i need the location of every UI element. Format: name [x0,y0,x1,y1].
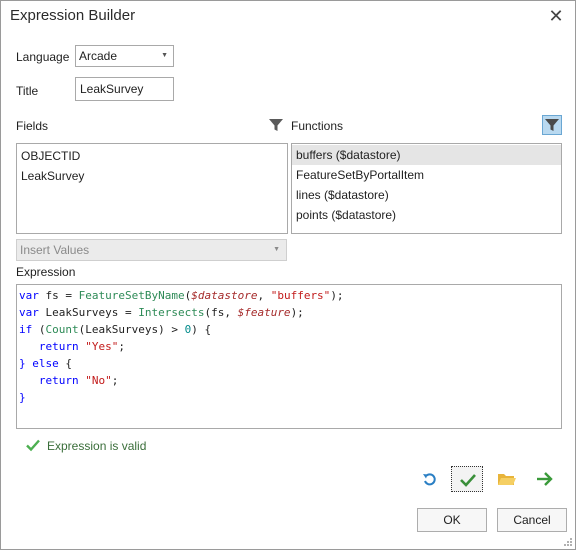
folder-icon [498,474,516,485]
code-token: LeakSurveys = [38,306,139,319]
list-item[interactable]: FeatureSetByPortalItem [292,165,561,185]
check-icon [25,437,41,456]
code-token: $feature [237,306,291,319]
code-token: fs = [38,289,79,302]
language-value: Arcade [79,49,118,63]
chevron-down-icon: ▼ [273,246,280,253]
code-token: var [19,289,39,302]
code-line: return "Yes"; [19,338,561,355]
code-token: ); [330,289,344,302]
run-button[interactable] [531,467,557,491]
list-item[interactable]: lines ($datastore) [292,185,561,205]
title-bar: Expression Builder ✕ [1,1,575,31]
fields-label: Fields [16,119,49,133]
list-item[interactable]: OBJECTID [17,146,287,166]
code-token: ( [32,323,46,336]
code-token: { [58,357,72,370]
code-token: ; [118,340,125,353]
functions-label: Functions [291,119,344,133]
expression-editor[interactable]: var fs = FeatureSetByName ( $datastore, "b… [16,284,562,429]
code-token: } [19,391,26,404]
status-text: Expression is valid [47,439,147,453]
code-token: Intersects [138,306,205,319]
code-token: "No" [85,374,112,387]
language-select[interactable]: Arcade ▼ [75,45,174,67]
code-token: else [32,357,59,370]
list-item[interactable]: points ($datastore) [292,205,561,225]
code-token: ; [111,374,119,387]
undo-button[interactable] [417,467,443,491]
insert-values-label: Insert Values [20,243,90,257]
dialog-title: Expression Builder [10,7,136,24]
code-line: } [19,389,561,406]
functions-filter-icon[interactable] [542,115,562,135]
code-line: return "No"; [19,372,561,389]
code-token: ); [290,306,304,319]
resize-grip-icon[interactable] [563,537,573,547]
code-line: var fs = FeatureSetByName($datastore, "b… [19,287,561,304]
code-line: var LeakSurveys = Intersects(fs, $featur… [19,304,561,321]
expression-label: Expression [16,265,76,279]
list-item[interactable]: buffers ($datastore) [292,145,561,165]
title-input[interactable]: LeakSurvey [75,77,174,101]
functions-list: buffers ($datastore) FeatureSetByPortalI… [291,143,562,234]
code-token: ) { [191,323,212,336]
check-icon [460,474,476,487]
insert-values-select: Insert Values ▼ [16,239,287,261]
code-token: return [38,340,79,353]
fields-filter-icon[interactable] [267,116,285,134]
arrow-right-icon [537,472,553,486]
code-token: var [19,306,39,319]
verify-button[interactable] [451,466,483,492]
code-token: "Yes" [85,340,119,353]
ok-button[interactable]: OK [417,508,487,532]
chevron-down-icon: ▼ [161,52,168,59]
close-icon[interactable]: ✕ [545,5,567,27]
list-item[interactable]: LeakSurvey [17,166,287,186]
code-token: if [19,323,33,336]
code-line: if (Count(LeakSurveys) > 0) { [19,321,561,338]
code-token: Count [45,323,79,336]
undo-icon [423,473,436,486]
fields-list: OBJECTID LeakSurvey [16,143,288,234]
open-button[interactable] [493,467,519,491]
code-token: "buffers" [270,289,331,302]
code-token: $datastore [191,289,258,302]
code-token: (LeakSurveys) > [78,323,185,336]
code-line: } else { [19,355,561,372]
code-token: } [19,357,26,370]
cancel-button[interactable]: Cancel [497,508,567,532]
title-label: Title [16,84,39,98]
expression-builder-dialog: Expression Builder ✕ Language Arcade ▼ T… [0,0,576,550]
language-label: Language [16,50,70,64]
code-token: FeatureSetByName [78,289,185,302]
code-token: (fs, [204,306,238,319]
code-token: , [257,289,271,302]
code-token: return [38,374,79,387]
